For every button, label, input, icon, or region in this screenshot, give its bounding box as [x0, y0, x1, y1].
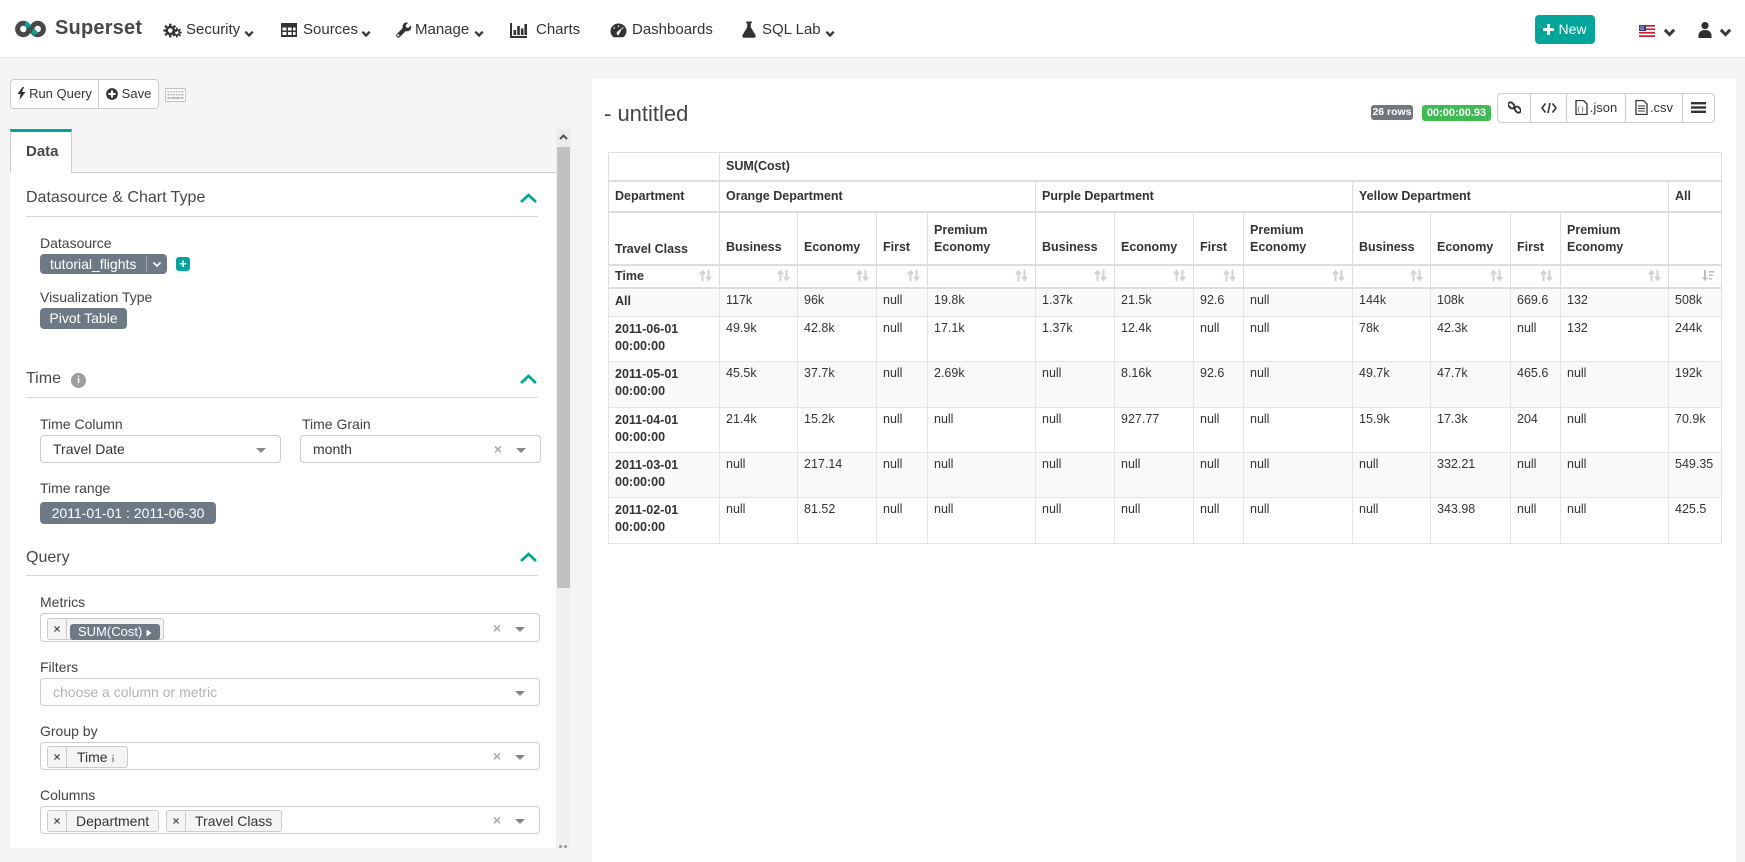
svg-text:{ }: { }: [1577, 106, 1584, 113]
